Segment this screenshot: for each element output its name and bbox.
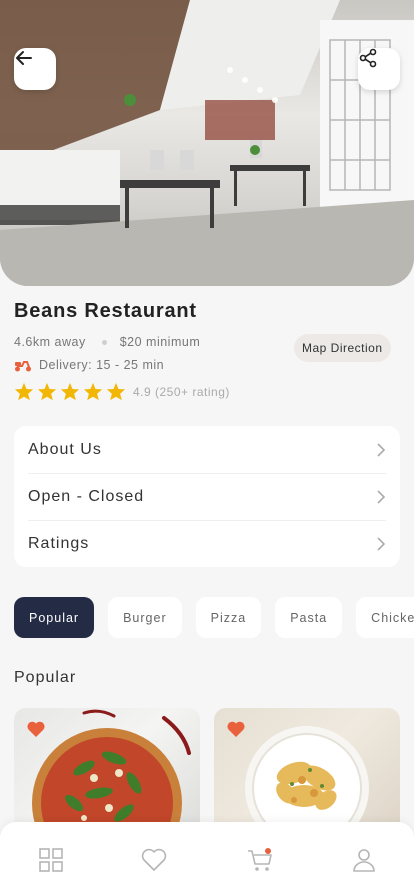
chevron-right-icon — [377, 537, 386, 551]
minimum-order-text: $20 minimum — [119, 335, 201, 349]
cart-badge — [265, 848, 271, 854]
category-chip-pasta[interactable]: Pasta — [275, 597, 343, 638]
star-icon — [37, 382, 57, 401]
cart-icon — [248, 848, 272, 871]
menu-item-label: Open - Closed — [28, 488, 145, 505]
heart-icon[interactable] — [26, 720, 46, 738]
restaurant-name: Beans Restaurant — [14, 300, 197, 322]
scooter-icon — [15, 361, 31, 372]
rating-text: 4.9 (250+ rating) — [133, 384, 230, 399]
heart-icon[interactable] — [226, 720, 246, 738]
star-icon — [83, 382, 103, 401]
restaurant-hero-image — [0, 0, 414, 286]
share-icon — [359, 48, 377, 68]
section-title: Popular — [14, 669, 77, 686]
back-button[interactable] — [14, 48, 56, 90]
share-button[interactable] — [358, 48, 400, 90]
category-chip-chicken[interactable]: Chicken — [356, 597, 414, 638]
food-card-pizza[interactable] — [14, 708, 200, 838]
bottom-navigation — [0, 822, 414, 896]
food-card-pasta[interactable] — [214, 708, 400, 838]
heart-icon — [141, 848, 167, 871]
category-chip-popular[interactable]: Popular — [14, 597, 95, 638]
star-icon — [14, 382, 34, 401]
menu-item-label: About Us — [28, 440, 102, 458]
menu-item-label: Ratings — [28, 535, 90, 552]
nav-profile[interactable] — [350, 846, 378, 874]
category-chips: Popular Burger Pizza Pasta Chicken — [14, 597, 414, 638]
chevron-right-icon — [377, 490, 386, 504]
delivery-time-text: Delivery: 15 - 25 min — [39, 358, 165, 372]
menu-item-ratings[interactable]: Ratings — [28, 520, 386, 567]
chevron-right-icon — [377, 442, 386, 457]
nav-home[interactable] — [37, 846, 65, 874]
separator-dot — [101, 339, 107, 345]
map-direction-button[interactable]: Map Direction — [294, 334, 391, 362]
category-chip-pizza[interactable]: Pizza — [195, 597, 262, 638]
category-chip-burger[interactable]: Burger — [108, 597, 182, 638]
info-menu: About Us Open - Closed Ratings — [14, 426, 400, 567]
grid-icon — [39, 848, 63, 872]
restaurant-interior-illustration — [0, 0, 414, 286]
star-icon — [106, 382, 126, 401]
user-icon — [353, 849, 375, 872]
distance-text: 4.6km away — [14, 335, 86, 349]
rating-row: 4.9 (250+ rating) — [14, 382, 400, 401]
nav-cart[interactable] — [246, 846, 274, 874]
nav-favorites[interactable] — [140, 846, 168, 874]
menu-item-open-closed[interactable]: Open - Closed — [28, 473, 386, 520]
star-icon — [60, 382, 80, 401]
arrow-left-icon — [16, 51, 32, 65]
menu-item-about-us[interactable]: About Us — [28, 426, 386, 473]
